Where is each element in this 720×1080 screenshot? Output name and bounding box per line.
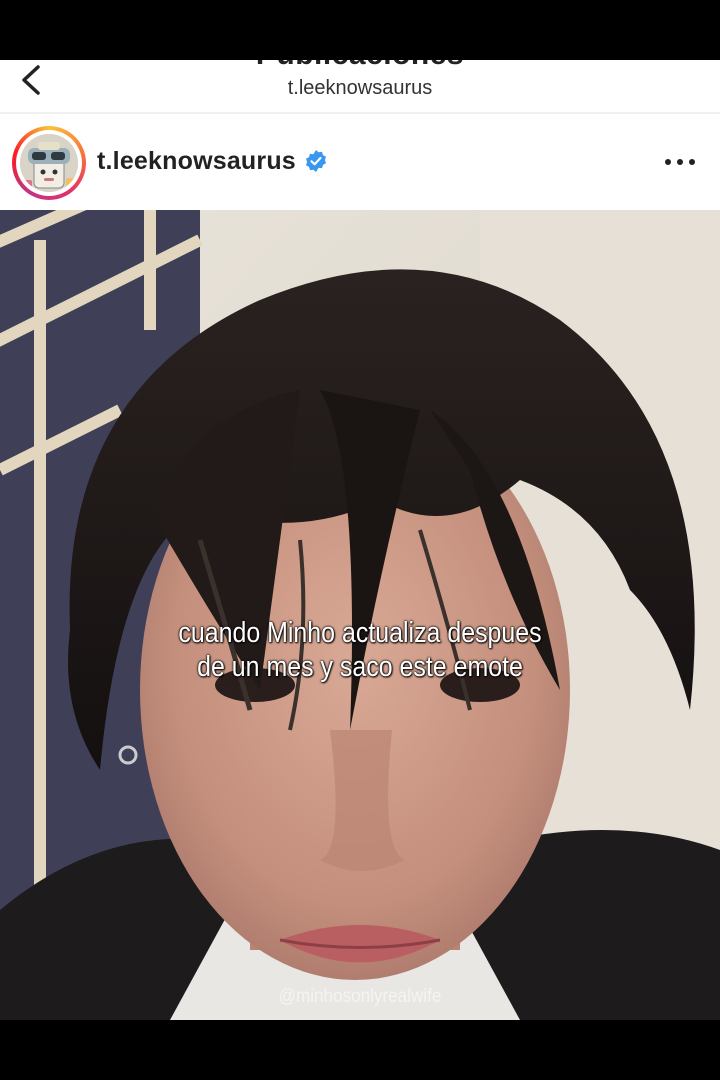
nav-header: Publicaciones t.leeknowsaurus [0,60,720,112]
caption-line-1: cuando Minho actualiza despues [178,617,542,649]
page-subtitle: t.leeknowsaurus [287,77,433,99]
bottom-letterbox [0,1020,720,1080]
post-header: t.leeknowsaurus [0,114,720,210]
caption-line-2: de un mes y saco este emote [197,651,523,683]
verified-badge-icon [305,150,326,172]
post-username[interactable]: t.leeknowsaurus [97,147,296,176]
watermark: @minhosonlyrealwife [278,986,442,1007]
more-options-button[interactable] [658,142,702,182]
avatar[interactable] [20,134,78,192]
video-caption: cuando Minho actualiza despues de un mes… [50,616,669,684]
story-ring[interactable] [12,126,86,200]
post-photo[interactable] [0,210,720,1020]
more-horizontal-icon [665,159,695,165]
top-letterbox [0,0,720,60]
page-title: Publicaciones [0,60,720,72]
